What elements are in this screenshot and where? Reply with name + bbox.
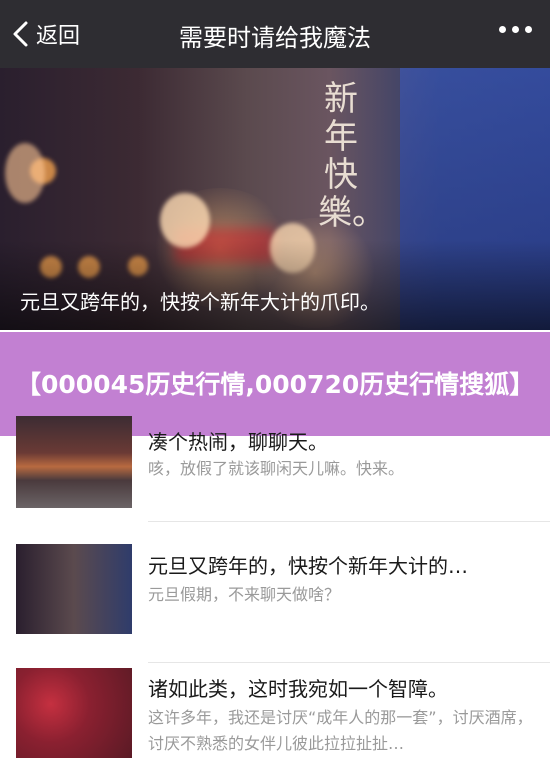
dot-icon xyxy=(512,26,519,33)
article-title: 元旦又跨年的，快按个新年大计的… xyxy=(148,554,468,578)
article-thumbnail xyxy=(16,668,132,758)
article-description: 这许多年，我还是讨厌“成年人的那一套”，讨厌酒席，讨厌不熟悉的女伴儿彼此拉拉扯扯… xyxy=(148,708,533,753)
list-item[interactable]: 诸如此类，这时我宛如一个智障。 这许多年，我还是讨厌“成年人的那一套”，讨厌酒席… xyxy=(0,663,550,773)
article-title: 诸如此类，这时我宛如一个智障。 xyxy=(148,677,448,701)
article-description: 咳，放假了就该聊闲天儿嘛。快来。 xyxy=(148,459,405,478)
more-options-button[interactable] xyxy=(499,26,532,33)
nav-bar: 返回 需要时请给我魔法 xyxy=(0,0,550,68)
hero-article[interactable]: 新年快樂。 元旦又跨年的，快按个新年大计的爪印。 xyxy=(0,68,550,330)
banner-text: 【000045历史行情,000720历史行情搜狐】 xyxy=(16,369,535,399)
hero-art-text: 新年快樂。 xyxy=(318,79,386,233)
dot-icon xyxy=(499,26,506,33)
list-item[interactable]: 凑个热闹，聊聊天。 咳，放假了就该聊闲天儿嘛。快来。 xyxy=(0,416,550,521)
article-thumbnail xyxy=(16,416,132,508)
list-item[interactable]: 元旦又跨年的，快按个新年大计的… 元旦假期，不来聊天做啥？ xyxy=(0,522,550,662)
dot-icon xyxy=(525,26,532,33)
article-thumbnail xyxy=(16,544,132,634)
page-title: 需要时请给我魔法 xyxy=(179,24,371,52)
hero-caption: 元旦又跨年的，快按个新年大计的爪印。 xyxy=(20,290,380,314)
article-title: 凑个热闹，聊聊天。 xyxy=(148,430,328,454)
article-description: 元旦假期，不来聊天做啥？ xyxy=(148,585,341,604)
